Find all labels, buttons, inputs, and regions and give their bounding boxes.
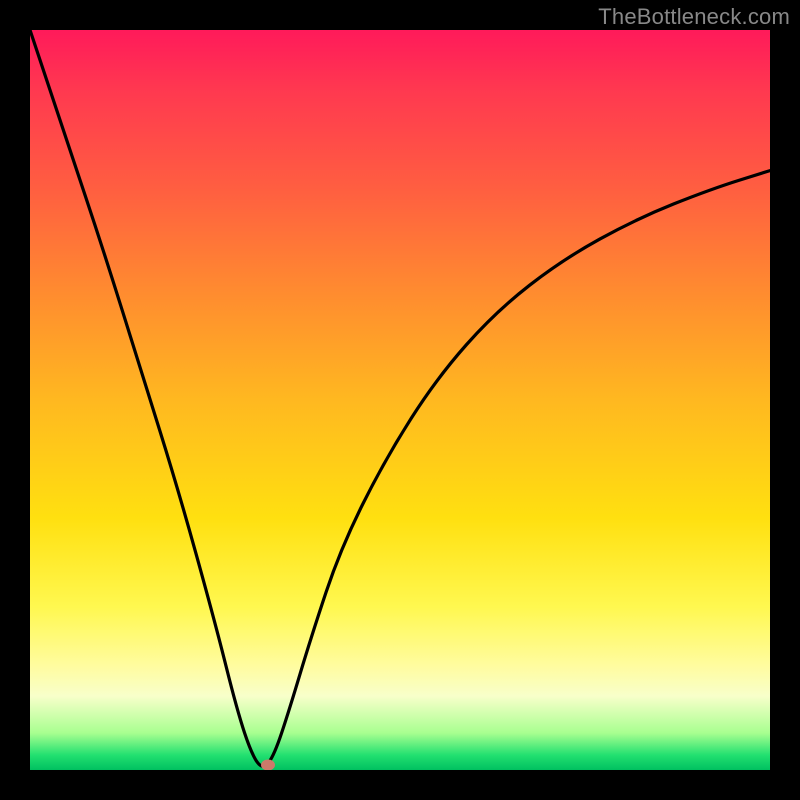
bottleneck-curve — [30, 30, 770, 770]
watermark-label: TheBottleneck.com — [598, 4, 790, 30]
chart-frame: TheBottleneck.com — [0, 0, 800, 800]
optimal-point-marker — [261, 759, 275, 770]
plot-area — [30, 30, 770, 770]
